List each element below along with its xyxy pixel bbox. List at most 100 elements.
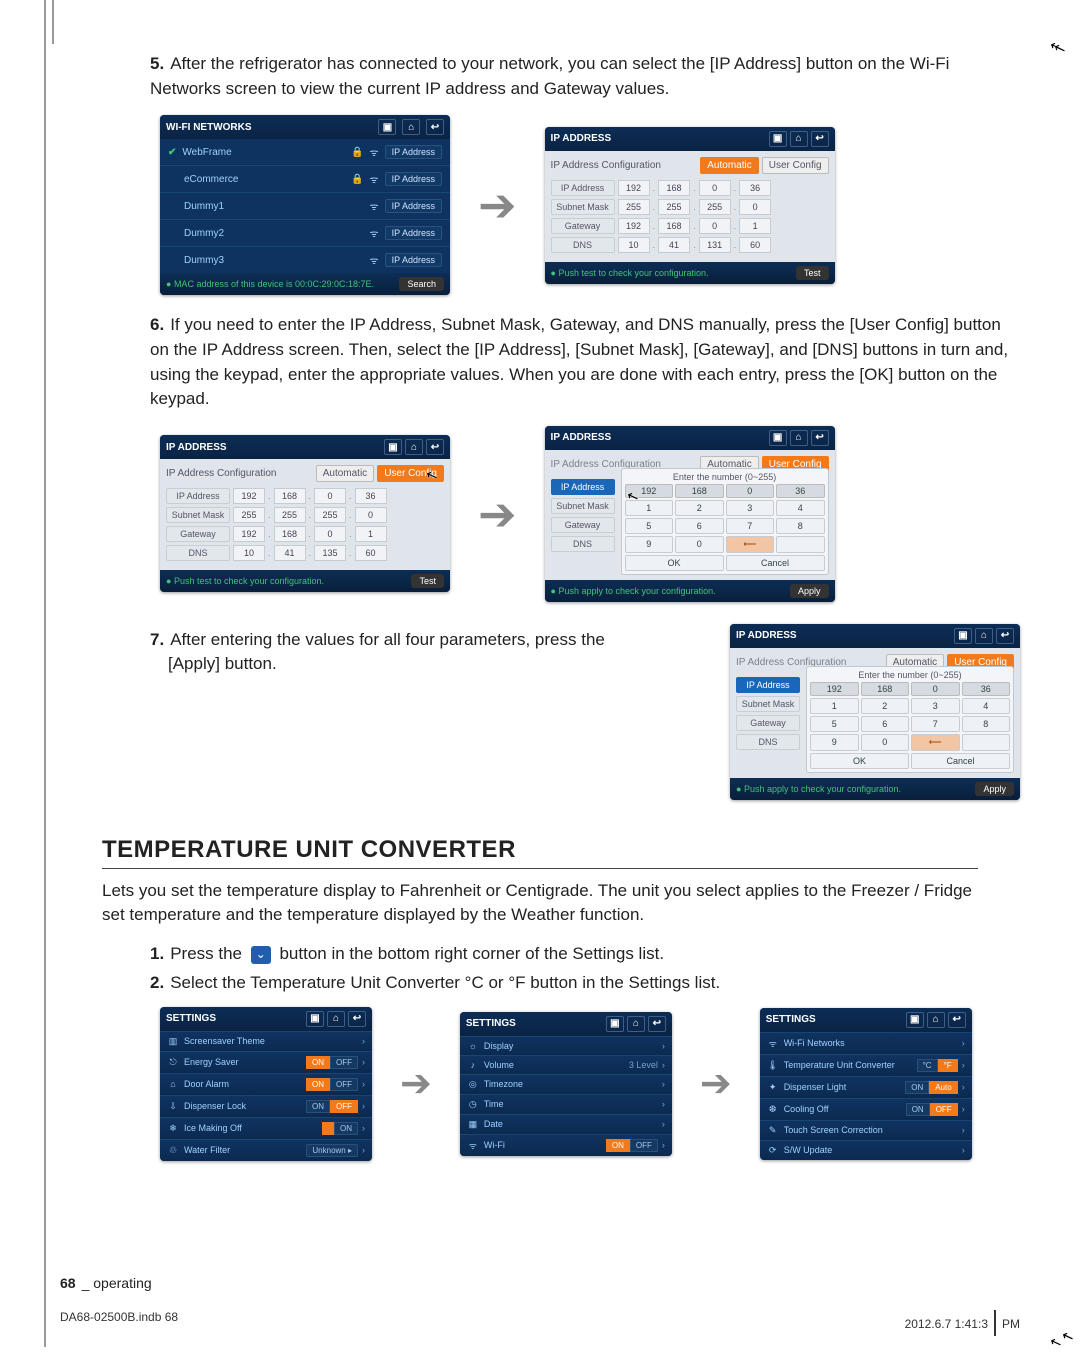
ip-address-button[interactable]: IP Address xyxy=(385,226,442,240)
apply-button[interactable]: Apply xyxy=(790,584,829,598)
wifi-item[interactable]: Dummy2ᯤIP Address xyxy=(160,219,450,246)
tab-automatic[interactable]: Automatic xyxy=(700,157,758,174)
wifi-signal-icon: ᯤ xyxy=(369,226,378,240)
home-icon[interactable]: ⌂ xyxy=(627,1016,645,1032)
lock-icon: 🔒 xyxy=(351,147,363,158)
wifi-item[interactable]: Dummy3ᯤIP Address xyxy=(160,246,450,273)
section-step-1: 1.Press the ⌄ button in the bottom right… xyxy=(150,940,1020,967)
ip-address-button[interactable]: IP Address xyxy=(385,172,442,186)
wifi-title: WI-FI NETWORKS xyxy=(166,122,252,133)
home-icon[interactable]: ⌂ xyxy=(327,1011,345,1027)
settings-item[interactable]: ✦Dispenser LightONAuto› xyxy=(760,1076,972,1098)
settings-item[interactable]: ᯤWi-FiONOFF› xyxy=(460,1134,672,1156)
ip-side-labels: IP AddressSubnet MaskGatewayDNS xyxy=(551,479,621,552)
home-icon[interactable]: ⌂ xyxy=(790,131,808,147)
section-step-2: 2.Select the Temperature Unit Converter … xyxy=(150,969,1020,996)
wifi-panel: WI-FI NETWORKS ▣ ⌂ ↩ ✔WebFrame🔒ᯤIP Addre… xyxy=(160,115,450,295)
settings-item[interactable]: ◷Time› xyxy=(460,1094,672,1114)
page-footer: 68_ operating xyxy=(60,1275,152,1291)
home-icon[interactable]: ⌂ xyxy=(402,119,420,135)
check-icon: ✔ xyxy=(168,147,176,158)
arrow-icon: ➔ xyxy=(700,1061,732,1106)
wifi-signal-icon: ᯤ xyxy=(369,253,378,267)
ip-address-button[interactable]: IP Address xyxy=(385,199,442,213)
ip-panel-apply: IP ADDRESS ▣⌂↩ IP Address Configuration … xyxy=(730,624,1020,800)
ip-title: IP ADDRESS xyxy=(551,133,612,144)
back-icon[interactable]: ↩ xyxy=(811,430,829,446)
settings-item[interactable]: ♲Water FilterUnknown ▸› xyxy=(160,1139,372,1161)
ip-panel-user: IP ADDRESS ▣⌂↩ IP Address Configuration … xyxy=(160,435,450,592)
keypad-title: Enter the number (0~255) xyxy=(625,472,825,482)
section-rule xyxy=(102,868,978,869)
save-icon[interactable]: ▣ xyxy=(954,628,972,644)
save-icon[interactable]: ▣ xyxy=(384,439,402,455)
save-icon[interactable]: ▣ xyxy=(378,119,396,135)
apply-button[interactable]: Apply xyxy=(975,782,1014,796)
ip-config-table: IP Address...Subnet Mask...Gateway...DNS… xyxy=(551,180,829,253)
settings-item[interactable]: ✎Touch Screen Correction› xyxy=(760,1120,972,1140)
back-icon[interactable]: ↩ xyxy=(811,131,829,147)
chevron-down-icon: ⌄ xyxy=(251,946,271,964)
section-para: Lets you set the temperature display to … xyxy=(102,879,978,928)
settings-item[interactable]: ❆Cooling OffONOFF› xyxy=(760,1098,972,1120)
step5-figures: WI-FI NETWORKS ▣ ⌂ ↩ ✔WebFrame🔒ᯤIP Addre… xyxy=(160,115,1020,295)
test-button[interactable]: Test xyxy=(411,574,444,588)
step-6: 6.If you need to enter the IP Address, S… xyxy=(150,313,1020,412)
back-icon[interactable]: ↩ xyxy=(426,119,444,135)
save-icon[interactable]: ▣ xyxy=(769,131,787,147)
wifi-signal-icon: ᯤ xyxy=(369,199,378,213)
save-icon[interactable]: ▣ xyxy=(306,1011,324,1027)
settings-item[interactable]: ◎Timezone› xyxy=(460,1074,672,1094)
section-title: Temperature Unit Converter xyxy=(102,836,1020,864)
settings-item[interactable]: ♪Volume3 Level› xyxy=(460,1055,672,1074)
keypad-ok[interactable]: OK xyxy=(810,753,909,769)
wifi-signal-icon: ᯤ xyxy=(369,145,378,159)
lock-icon: 🔒 xyxy=(351,174,363,185)
home-icon[interactable]: ⌂ xyxy=(975,628,993,644)
keypad-cancel[interactable]: Cancel xyxy=(911,753,1010,769)
back-icon[interactable]: ↩ xyxy=(648,1016,666,1032)
settings-item[interactable]: ⇩Dispenser LockONOFF› xyxy=(160,1095,372,1117)
settings-item[interactable]: ⌂Door AlarmONOFF› xyxy=(160,1073,372,1095)
settings-item[interactable]: ᯤWi-Fi Networks› xyxy=(760,1032,972,1054)
wifi-item[interactable]: eCommerce🔒ᯤIP Address xyxy=(160,165,450,192)
print-footer: DA68-02500B.indb 68 2012.6.7 1:41:3PM xyxy=(60,1302,1020,1331)
tab-automatic[interactable]: Automatic xyxy=(316,465,374,482)
settings-item[interactable]: ▥Screensaver Theme› xyxy=(160,1031,372,1051)
wifi-item[interactable]: ✔WebFrame🔒ᯤIP Address xyxy=(160,139,450,165)
settings-item[interactable]: 🌡Temperature Unit Converter°C°F› xyxy=(760,1054,972,1076)
step-7: 7.After entering the values for all four… xyxy=(150,628,730,677)
settings-panel-2: SETTINGS▣⌂↩ ☼Display›♪Volume3 Level›◎Tim… xyxy=(460,1012,672,1156)
settings-item[interactable]: ⎋Energy SaverONOFF› xyxy=(160,1051,372,1073)
ip-address-button[interactable]: IP Address xyxy=(385,253,442,267)
back-icon[interactable]: ↩ xyxy=(348,1011,366,1027)
home-icon[interactable]: ⌂ xyxy=(405,439,423,455)
save-icon[interactable]: ▣ xyxy=(606,1016,624,1032)
wifi-item[interactable]: Dummy1ᯤIP Address xyxy=(160,192,450,219)
save-icon[interactable]: ▣ xyxy=(769,430,787,446)
settings-panel-3: SETTINGS▣⌂↩ ᯤWi-Fi Networks›🌡Temperature… xyxy=(760,1008,972,1160)
settings-item[interactable]: ▦Date› xyxy=(460,1114,672,1134)
home-icon[interactable]: ⌂ xyxy=(790,430,808,446)
back-icon[interactable]: ↩ xyxy=(426,439,444,455)
ip-address-button[interactable]: IP Address xyxy=(385,145,442,159)
step6-figures: IP ADDRESS ▣⌂↩ IP Address Configuration … xyxy=(160,426,1020,602)
ip-cfg-label: IP Address Configuration xyxy=(551,160,661,171)
settings-item[interactable]: ☼Display› xyxy=(460,1036,672,1055)
search-button[interactable]: Search xyxy=(399,277,444,291)
step-5: 5.After the refrigerator has connected t… xyxy=(150,52,1020,101)
settings-item[interactable]: ❄Ice Making Off ON› xyxy=(160,1117,372,1139)
settings-item[interactable]: ⟳S/W Update› xyxy=(760,1140,972,1160)
arrow-icon: ➔ xyxy=(478,487,517,541)
wifi-mac: MAC address of this device is 00:0C:29:0… xyxy=(174,279,374,289)
settings-panel-1: SETTINGS▣⌂↩ ▥Screensaver Theme›⎋Energy S… xyxy=(160,1007,372,1161)
tab-user-config[interactable]: User Config xyxy=(762,157,829,174)
home-icon[interactable]: ⌂ xyxy=(927,1012,945,1028)
back-icon[interactable]: ↩ xyxy=(996,628,1014,644)
back-icon[interactable]: ↩ xyxy=(948,1012,966,1028)
keypad-cancel[interactable]: Cancel xyxy=(726,555,825,571)
ip-panel-keypad: IP ADDRESS ▣⌂↩ IP Address Configuration … xyxy=(545,426,835,602)
keypad-ok[interactable]: OK xyxy=(625,555,724,571)
test-button[interactable]: Test xyxy=(796,266,829,280)
save-icon[interactable]: ▣ xyxy=(906,1012,924,1028)
